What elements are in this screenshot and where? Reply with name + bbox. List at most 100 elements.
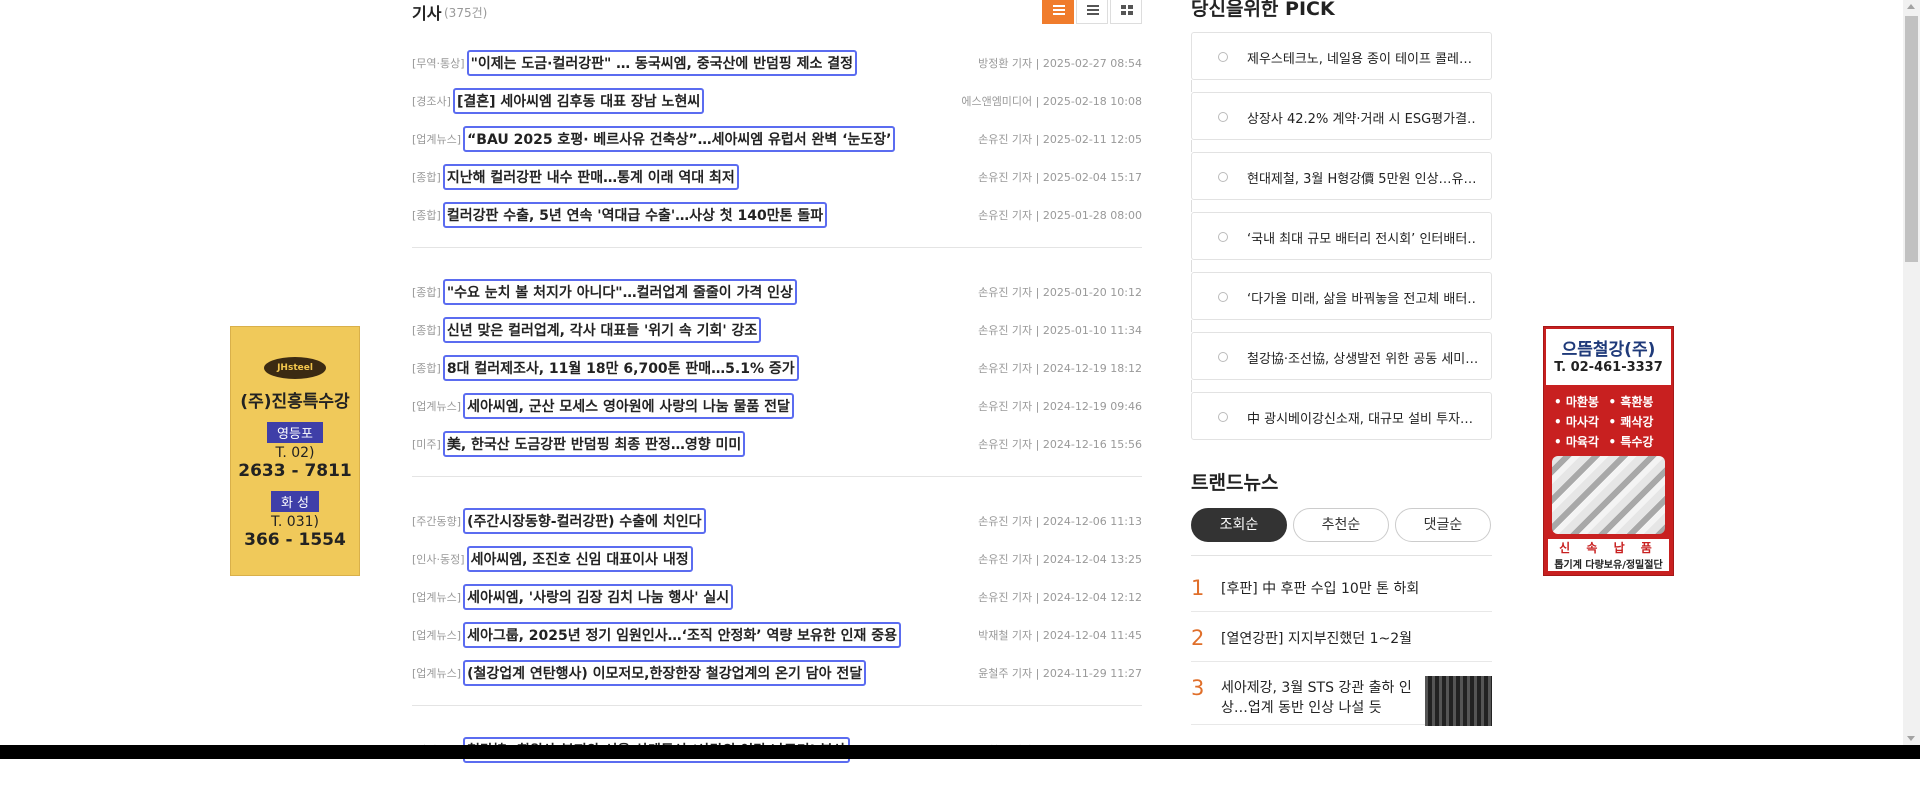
article-category[interactable]: [종합] <box>412 169 441 185</box>
article-title-link[interactable]: 지난해 컬러강판 내수 판매…통계 이래 역대 최저 <box>442 164 739 190</box>
ad-product: • 마육각 <box>1554 435 1599 449</box>
pick-headline[interactable]: ‘다가올 미래, 삶을 바꿔놓을 전고체 배터… <box>1247 288 1477 307</box>
list-icon <box>1053 5 1065 15</box>
ad-product-list: • 마환봉 • 흑환봉 • 마사각 • 쾌삭강 • 마육각 • 특수강 <box>1544 387 1673 450</box>
bullet-circle-icon <box>1218 412 1228 422</box>
article-title-link[interactable]: 세아그룹, 2025년 정기 임원인사…‘조직 안정화’ 역량 보유한 인재 중… <box>463 622 901 648</box>
article-title-link[interactable]: "이제는 도금·컬러강판" … 동국씨엠, 중국산에 반덤핑 제소 결정 <box>466 50 858 76</box>
article-title-link[interactable]: "수요 눈치 볼 처지가 아니다"…컬러업계 줄줄이 가격 인상 <box>442 279 797 305</box>
trend-item[interactable]: 3 세아제강, 3월 STS 강관 출하 인상…업계 동반 인상 나설 듯 <box>1191 662 1492 726</box>
article-category[interactable]: [업계뉴스] <box>412 589 461 605</box>
list-view-button[interactable] <box>1042 0 1074 24</box>
trend-thumbnail[interactable] <box>1425 676 1492 726</box>
article-category[interactable]: [종합] <box>412 284 441 300</box>
article-title-link[interactable]: 8대 컬러제조사, 11월 18만 6,700톤 판매…5.1% 증가 <box>442 355 799 381</box>
jhsteel-logo: JHsteel <box>264 357 326 379</box>
trend-tabs: 조회순 추천순 댓글순 <box>1191 508 1491 542</box>
article-meta: 손유진 기자 | 2024-12-19 18:12 <box>978 362 1142 375</box>
ad-product: • 쾌삭강 <box>1608 415 1654 429</box>
article-row: [업계뉴스] 세아씨엠, 군산 모세스 영아원에 사랑의 나눔 물품 전달 손유진 … <box>412 387 1142 425</box>
article-category[interactable]: [업계뉴스] <box>412 398 461 414</box>
article-title-link[interactable]: 세아씨엠, '사랑의 김장 김치 나눔 행사' 실시 <box>463 584 734 610</box>
compact-view-button[interactable] <box>1076 0 1108 24</box>
view-toggle <box>1042 0 1142 24</box>
article-meta: 손유진 기자 | 2024-12-06 11:13 <box>978 515 1142 528</box>
scroll-down-arrow-icon[interactable] <box>1907 736 1915 741</box>
article-category[interactable]: [종합] <box>412 207 441 223</box>
article-title-link[interactable]: [결혼] 세아씨엠 김후동 대표 장남 노현씨 <box>452 88 705 114</box>
pick-item[interactable]: 中 광시베이강신소재, 대규모 설비 투자… <box>1191 380 1492 440</box>
article-category[interactable]: [업계뉴스] <box>412 627 461 643</box>
tab-views[interactable]: 조회순 <box>1191 508 1287 542</box>
page-scrollbar[interactable] <box>1903 0 1920 745</box>
scroll-up-arrow-icon[interactable] <box>1907 4 1915 9</box>
trend-section-title: 트랜드뉴스 <box>1191 472 1279 494</box>
ad-number-1: 2633 - 7811 <box>238 461 352 481</box>
trend-headline[interactable]: [열연강판] 지지부진했던 1~2월 <box>1221 628 1412 648</box>
pick-headline[interactable]: 철강協·조선協, 상생발전 위한 공동 세미… <box>1247 348 1477 367</box>
article-category[interactable]: [무역·통상] <box>412 55 465 71</box>
trend-headline[interactable]: [후판] 中 후판 수입 10만 톤 하회 <box>1221 578 1419 598</box>
pick-section-title: 당신을위한 PICK <box>1191 0 1335 20</box>
ad-footer-line-2: 톱기계 다량보유/정밀절단 <box>1554 560 1663 571</box>
bullet-circle-icon <box>1218 52 1228 62</box>
article-row: [종합] "수요 눈치 볼 처지가 아니다"…컬러업계 줄줄이 가격 인상 손유진 … <box>412 273 1142 311</box>
article-row: [인사·동정] 세아씨엠, 조진호 신임 대표이사 내정 손유진 기자 | 2024… <box>412 540 1142 578</box>
article-title-link[interactable]: 신년 맞은 컬러업계, 각사 대표들 '위기 속 기회' 강조 <box>442 317 762 343</box>
pick-item[interactable]: 상장사 42.2% 계약·거래 시 ESG평가결… <box>1191 80 1492 140</box>
pick-headline[interactable]: 현대제철, 3월 H형강價 5만원 인상…유… <box>1247 168 1477 187</box>
left-banner-ad[interactable]: JHsteel (주)진흥특수강 영등포 T. 02) 2633 - 7811 … <box>230 326 360 576</box>
ad-location-1: 영등포 <box>267 422 323 443</box>
trend-divider <box>1191 555 1492 556</box>
article-meta: 손유진 기자 | 2025-02-04 15:17 <box>978 171 1142 184</box>
pick-headline[interactable]: 中 광시베이강신소재, 대규모 설비 투자… <box>1247 408 1477 427</box>
article-title-link[interactable]: 세아씨엠, 조진호 신임 대표이사 내정 <box>466 546 693 572</box>
ad-number-2: 366 - 1554 <box>244 530 346 550</box>
article-category[interactable]: [주간동향] <box>412 513 461 529</box>
article-title-link[interactable]: “BAU 2025 호평· 베르사유 건축상”…세아씨엠 유럽서 완벽 ‘눈도장… <box>463 126 896 152</box>
pick-item[interactable]: ‘다가올 미래, 삶을 바꿔놓을 전고체 배터… <box>1191 260 1492 320</box>
article-title-link[interactable]: (주간시장동향-컬러강판) 수출에 치인다 <box>463 508 706 534</box>
article-category[interactable]: [종합] <box>412 322 441 338</box>
trend-rank: 2 <box>1191 626 1205 650</box>
ad-product: • 흑환봉 <box>1608 395 1654 409</box>
tab-recommendations[interactable]: 추천순 <box>1293 508 1389 542</box>
tab-comments[interactable]: 댓글순 <box>1395 508 1491 542</box>
article-title-link[interactable]: (철강업계 연탄행사) 이모저모,한장한장 철강업계의 온기 담아 전달 <box>463 660 867 686</box>
article-meta: 윤철주 기자 | 2024-11-29 11:27 <box>978 667 1142 680</box>
bullet-circle-icon <box>1218 172 1228 182</box>
article-category[interactable]: [업계뉴스] <box>412 665 461 681</box>
trend-item[interactable]: 2 [열연강판] 지지부진했던 1~2월 <box>1191 612 1492 662</box>
pick-list: 제우스테크노, 네일용 종이 테이프 콜레… 상장사 42.2% 계약·거래 시 … <box>1191 32 1492 452</box>
article-category[interactable]: [업계뉴스] <box>412 131 461 147</box>
pick-item[interactable]: 철강協·조선協, 상생발전 위한 공동 세미… <box>1191 320 1492 380</box>
pick-headline[interactable]: 제우스테크노, 네일용 종이 테이프 콜레… <box>1247 48 1477 67</box>
ad-tel-2: T. 031) <box>271 514 319 530</box>
article-category[interactable]: [종합] <box>412 360 441 376</box>
trend-item[interactable]: 1 [후판] 中 후판 수입 10만 톤 하회 <box>1191 562 1492 612</box>
scrollbar-thumb[interactable] <box>1905 16 1918 262</box>
article-row: [종합] 신년 맞은 컬러업계, 각사 대표들 '위기 속 기회' 강조 손유진 기… <box>412 311 1142 349</box>
article-category[interactable]: [경조사] <box>412 93 451 109</box>
ad-tel: T. 02-461-3337 <box>1554 360 1663 375</box>
article-title-link[interactable]: 컬러강판 수출, 5년 연속 '역대급 수출'…사상 첫 140만톤 돌파 <box>442 202 828 228</box>
article-title-link[interactable]: 美, 한국산 도금강판 반덤핑 최종 판정…영향 미미 <box>442 431 746 457</box>
steel-pipes-image <box>1552 456 1665 534</box>
article-group: [종합] "수요 눈치 볼 처지가 아니다"…컬러업계 줄줄이 가격 인상 손유진 … <box>412 273 1142 477</box>
compact-list-icon <box>1087 5 1099 15</box>
article-category[interactable]: [인사·동정] <box>412 551 465 567</box>
ad-brand-name: 으뜸철강(주) <box>1561 340 1656 360</box>
right-banner-ad[interactable]: 으뜸철강(주) T. 02-461-3337 • 마환봉 • 흑환봉 • 마사각… <box>1543 326 1674 576</box>
grid-view-button[interactable] <box>1110 0 1142 24</box>
article-title-link[interactable]: 세아씨엠, 군산 모세스 영아원에 사랑의 나눔 물품 전달 <box>463 393 794 419</box>
trend-list: 1 [후판] 中 후판 수입 10만 톤 하회 2 [열연강판] 지지부진했던 … <box>1191 562 1492 726</box>
pick-headline[interactable]: ‘국내 최대 규모 배터리 전시회’ 인터배터… <box>1247 228 1477 247</box>
pick-item[interactable]: ‘국내 최대 규모 배터리 전시회’ 인터배터… <box>1191 200 1492 260</box>
trend-headline[interactable]: 세아제강, 3월 STS 강관 출하 인상…업계 동반 인상 나설 듯 <box>1221 678 1421 718</box>
pick-headline[interactable]: 상장사 42.2% 계약·거래 시 ESG평가결… <box>1247 108 1477 127</box>
pick-item[interactable]: 현대제철, 3월 H형강價 5만원 인상…유… <box>1191 140 1492 200</box>
article-category[interactable]: [미주] <box>412 436 441 452</box>
pick-item[interactable]: 제우스테크노, 네일용 종이 테이프 콜레… <box>1191 32 1492 80</box>
bottom-bar <box>0 745 1920 759</box>
ad-tel-1: T. 02) <box>275 445 315 461</box>
